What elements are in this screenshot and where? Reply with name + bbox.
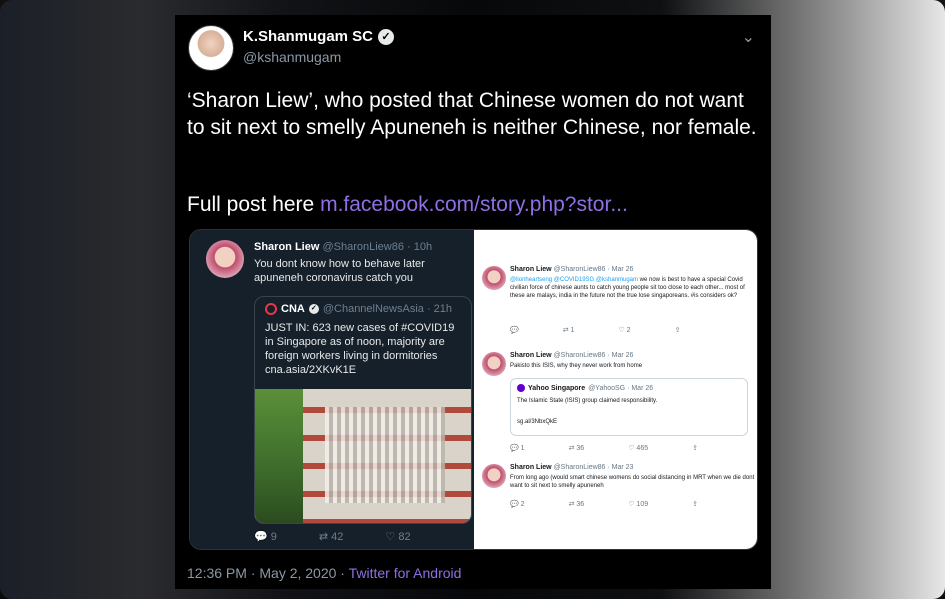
yahoo-name: Yahoo Singapore [528,384,586,392]
share-icon: ⇪ [692,501,698,508]
reply-icon: 💬 [510,327,519,334]
author-avatar[interactable] [188,25,234,71]
yahoo-logo-icon [517,384,525,392]
quoted-tweet-text: JUST IN: 623 new cases of #COVID19 in Si… [265,322,455,376]
right-tweet-text: From long ago (would smart chinese women… [510,475,755,489]
sharon-avatar [482,464,506,488]
full-post-link[interactable]: m.facebook.com/story.php?stor... [320,193,628,216]
full-post-prefix: Full post here [187,193,315,216]
tweet-timestamp[interactable]: 12:36 PM · May 2, 2020 · [187,565,345,581]
sharon-avatar [206,240,244,278]
right-tweet-author: Sharon Liew @SharonLiew86 · Mar 23 [510,464,633,471]
right-tweet-mentions: @lionheartseng @COVID19SG @kshanmugam [510,277,638,283]
right-tweet-meta: @SharonLiew86 · Mar 26 [553,266,634,273]
right-tweet-name: Sharon Liew [510,464,552,471]
like-count: ♡ 465 [628,445,649,452]
yahoo-meta: @YahooSG · Mar 26 [588,384,654,392]
like-count: ♡ 82 [385,531,411,543]
retweet-count: ⇄ 36 [568,445,585,452]
embedded-text: You dont know how to behave later apunen… [254,258,425,284]
yahoo-quoted-tweet: Yahoo Singapore @YahooSG · Mar 26 The Is… [510,378,748,436]
author-handle[interactable]: @kshanmugam [243,49,341,65]
right-tweet-meta: @SharonLiew86 · Mar 23 [553,464,634,471]
right-tweet-actions: 💬 ⇄ 1 ♡ 2 ⇪ [510,326,680,334]
cna-logo-icon [265,303,277,315]
right-tweet-2-actions: 💬 1 ⇄ 36 ♡ 465 ⇪ [510,444,698,452]
tree-shape [255,389,303,523]
tweet-media[interactable]: Sharon Liew @SharonLiew86 · 10h You dont… [189,229,758,550]
tweet-app[interactable]: Twitter for Android [349,565,462,581]
retweet-count: ⇄ 42 [318,531,344,543]
embedded-actions: 💬 9 ⇄ 42 ♡ 82 [254,530,411,543]
right-tweet-1: Sharon Liew @SharonLiew86 · Mar 26 @lion… [474,266,757,358]
verified-check-icon: ✓ [308,304,319,314]
embedded-author-name: Sharon Liew [254,241,320,253]
quoted-tweet-header: CNA ✓ @ChannelNewsAsia · 21h [265,303,452,315]
right-tweet-text: Pakisto this ISIS, why they never work f… [510,363,643,369]
author-name[interactable]: K.Shanmugam SC [243,28,373,45]
quoted-author-meta: @ChannelNewsAsia · 21h [322,303,453,315]
embedded-author-meta: @SharonLiew86 · 10h [322,241,433,253]
reply-count: 💬 1 [510,445,525,452]
right-tweet-name: Sharon Liew [510,266,552,273]
like-count: ♡ 109 [628,501,649,508]
sharon-avatar [482,266,506,290]
dormitory-photo [255,389,471,523]
embedded-tweet-left: Sharon Liew @SharonLiew86 · 10h You dont… [190,230,474,549]
author-name-row[interactable]: K.Shanmugam SC ✓ [243,28,395,45]
right-tweet-meta: @SharonLiew86 · Mar 26 [553,352,634,359]
balcony-shape [325,407,445,503]
right-tweet-text: @lionheartseng @COVID19SG @kshanmugam we… [510,276,755,300]
share-icon: ⇪ [692,445,698,452]
right-tweet-name: Sharon Liew [510,352,552,359]
right-tweet-author: Sharon Liew @SharonLiew86 · Mar 26 [510,266,633,273]
retweet-count: ⇄ 1 [562,327,575,334]
right-tweet-3: Sharon Liew @SharonLiew86 · Mar 23 From … [474,464,757,549]
yahoo-text: The Islamic State (ISIS) group claimed r… [517,398,658,404]
tweet-text: ‘Sharon Liew’, who posted that Chinese w… [187,89,757,139]
reply-count: 💬 2 [510,501,525,508]
yahoo-header: Yahoo Singapore @YahooSG · Mar 26 [517,384,653,392]
right-tweet-author: Sharon Liew @SharonLiew86 · Mar 26 [510,352,633,359]
embedded-tweets-right: Sharon Liew @SharonLiew86 · Mar 26 @lion… [474,230,757,549]
tweet-card: K.Shanmugam SC ✓ @kshanmugam ⌄ ‘Sharon L… [175,15,771,589]
verified-check-icon: ✓ [378,28,395,45]
embedded-author: Sharon Liew @SharonLiew86 · 10h [254,241,432,253]
tweet-footer: 12:36 PM · May 2, 2020 · Twitter for And… [187,565,461,581]
retweet-count: ⇄ 36 [568,501,585,508]
quoted-author-name: CNA [281,303,305,315]
reply-count: 💬 9 [254,531,277,543]
screenshot-frame: K.Shanmugam SC ✓ @kshanmugam ⌄ ‘Sharon L… [0,0,945,599]
full-post-line: Full post here m.facebook.com/story.php?… [187,193,628,217]
chevron-down-icon[interactable]: ⌄ [742,27,755,47]
sharon-avatar [482,352,506,376]
yahoo-link: sg.al/3NbxQkE [517,419,558,425]
quoted-tweet: CNA ✓ @ChannelNewsAsia · 21h JUST IN: 62… [254,296,472,524]
share-icon: ⇪ [674,327,681,334]
like-count: ♡ 2 [618,327,631,334]
right-tweet-actions: 💬 2 ⇄ 36 ♡ 109 ⇪ [510,500,698,508]
